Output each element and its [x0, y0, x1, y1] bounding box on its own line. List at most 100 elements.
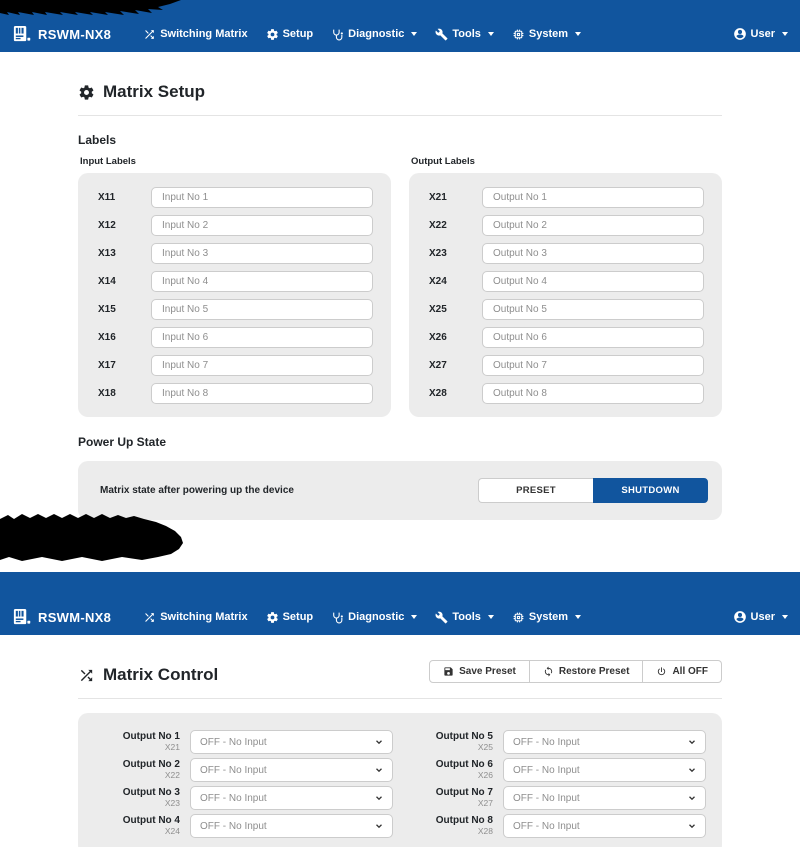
nav-item-label: Switching Matrix	[160, 611, 247, 623]
input-labels-group: Input Labels X11 X12 X13 X14 X15 X16 X17…	[78, 156, 391, 417]
chevron-down-icon	[782, 615, 788, 619]
nav-item-tools[interactable]: Tools	[435, 28, 494, 41]
power-up-toggle-group: PRESET SHUTDOWN	[478, 478, 708, 503]
gear-icon	[78, 84, 95, 101]
output-labels-group: Output Labels X21 X22 X23 X24 X25 X26 X2…	[409, 156, 722, 417]
output-row: Output No 4X24OFF - No Input	[94, 814, 393, 838]
input-label-field-x18[interactable]	[151, 383, 373, 404]
output-label-field-x28[interactable]	[482, 383, 704, 404]
output-select-x25[interactable]: OFF - No Input	[503, 730, 706, 754]
restore-icon	[543, 666, 554, 677]
nav-items: Switching Matrix Setup Diagnostic Tools	[125, 28, 581, 41]
output-select-x28[interactable]: OFF - No Input	[503, 814, 706, 838]
title-divider	[78, 698, 722, 699]
output-row: Output No 5X25OFF - No Input	[407, 730, 706, 754]
nav-item-system[interactable]: System	[512, 611, 581, 624]
page-title: Matrix Setup	[78, 82, 722, 102]
nav-item-label: Tools	[452, 28, 481, 40]
nav-item-label: Diagnostic	[348, 28, 404, 40]
screenshot-matrix-control: RSWM-NX8 Switching Matrix Setup Diagnost…	[0, 572, 800, 847]
nav-item-label: Setup	[283, 28, 314, 40]
output-id: X21	[94, 743, 180, 753]
brand[interactable]: RSWM-NX8	[12, 608, 111, 627]
chevron-down-icon	[374, 737, 384, 747]
nav-item-label: Setup	[283, 611, 314, 623]
output-id: X23	[94, 799, 180, 809]
nav-item-label: Switching Matrix	[160, 28, 247, 40]
nav-item-diagnostic[interactable]: Diagnostic	[331, 28, 417, 41]
port-id: X25	[427, 304, 482, 315]
shutdown-toggle-button[interactable]: SHUTDOWN	[593, 478, 708, 503]
output-label-field-x21[interactable]	[482, 187, 704, 208]
stethoscope-icon	[331, 28, 344, 41]
page-title: Matrix Control	[78, 665, 218, 685]
top-navbar: RSWM-NX8 Switching Matrix Setup Diagnost…	[0, 572, 800, 635]
nav-item-switching-matrix[interactable]: Switching Matrix	[143, 611, 247, 624]
output-select-x21[interactable]: OFF - No Input	[190, 730, 393, 754]
output-row: Output No 8X28OFF - No Input	[407, 814, 706, 838]
output-label-field-x26[interactable]	[482, 327, 704, 348]
preset-toggle-button[interactable]: PRESET	[478, 478, 593, 503]
user-label: User	[751, 611, 775, 623]
input-label-field-x17[interactable]	[151, 355, 373, 376]
port-id: X11	[96, 192, 151, 203]
label-row: X24	[427, 271, 704, 292]
label-row: X28	[427, 383, 704, 404]
nav-item-diagnostic[interactable]: Diagnostic	[331, 611, 417, 624]
output-select-x24[interactable]: OFF - No Input	[190, 814, 393, 838]
output-label-field-x27[interactable]	[482, 355, 704, 376]
nav-item-label: Diagnostic	[348, 611, 404, 623]
label-row: X13	[96, 243, 373, 264]
nav-items: Switching Matrix Setup Diagnostic Tools	[125, 611, 581, 624]
save-preset-button[interactable]: Save Preset	[429, 660, 530, 683]
input-label-field-x14[interactable]	[151, 271, 373, 292]
output-label-field-x25[interactable]	[482, 299, 704, 320]
nav-item-system[interactable]: System	[512, 28, 581, 41]
output-select-x27[interactable]: OFF - No Input	[503, 786, 706, 810]
input-labels-heading: Input Labels	[80, 156, 391, 167]
user-menu[interactable]: User	[733, 27, 788, 41]
title-divider	[78, 115, 722, 116]
port-id: X23	[427, 248, 482, 259]
brand-label: RSWM-NX8	[38, 27, 111, 42]
nav-item-setup[interactable]: Setup	[266, 611, 314, 624]
output-id: X22	[94, 771, 180, 781]
output-select-x22[interactable]: OFF - No Input	[190, 758, 393, 782]
nav-item-label: Tools	[452, 611, 481, 623]
output-id: X24	[94, 827, 180, 837]
input-label-field-x16[interactable]	[151, 327, 373, 348]
output-select-x26[interactable]: OFF - No Input	[503, 758, 706, 782]
all-off-button[interactable]: All OFF	[643, 660, 722, 683]
chevron-down-icon	[687, 821, 697, 831]
restore-preset-button[interactable]: Restore Preset	[530, 660, 644, 683]
port-id: X22	[427, 220, 482, 231]
input-label-field-x15[interactable]	[151, 299, 373, 320]
input-label-field-x12[interactable]	[151, 215, 373, 236]
label-row: X11	[96, 187, 373, 208]
nav-item-tools[interactable]: Tools	[435, 611, 494, 624]
preset-toolbar: Save Preset Restore Preset All OFF	[429, 660, 722, 683]
port-id: X14	[96, 276, 151, 287]
output-label-field-x24[interactable]	[482, 271, 704, 292]
output-id: X26	[407, 771, 493, 781]
screenshot-matrix-setup: RSWM-NX8 Switching Matrix Setup Diagnost…	[0, 0, 800, 520]
stethoscope-icon	[331, 611, 344, 624]
brand[interactable]: RSWM-NX8	[12, 25, 111, 44]
nav-item-switching-matrix[interactable]: Switching Matrix	[143, 28, 247, 41]
gear-icon	[266, 28, 279, 41]
output-id: X25	[407, 743, 493, 753]
port-id: X18	[96, 388, 151, 399]
output-id: X28	[407, 827, 493, 837]
wrench-icon	[435, 28, 448, 41]
shuffle-icon	[143, 28, 156, 41]
nav-item-setup[interactable]: Setup	[266, 28, 314, 41]
output-select-x23[interactable]: OFF - No Input	[190, 786, 393, 810]
output-label-field-x22[interactable]	[482, 215, 704, 236]
chevron-down-icon	[411, 32, 417, 36]
chevron-down-icon	[411, 615, 417, 619]
user-menu[interactable]: User	[733, 610, 788, 624]
label-row: X25	[427, 299, 704, 320]
input-label-field-x11[interactable]	[151, 187, 373, 208]
input-label-field-x13[interactable]	[151, 243, 373, 264]
output-label-field-x23[interactable]	[482, 243, 704, 264]
